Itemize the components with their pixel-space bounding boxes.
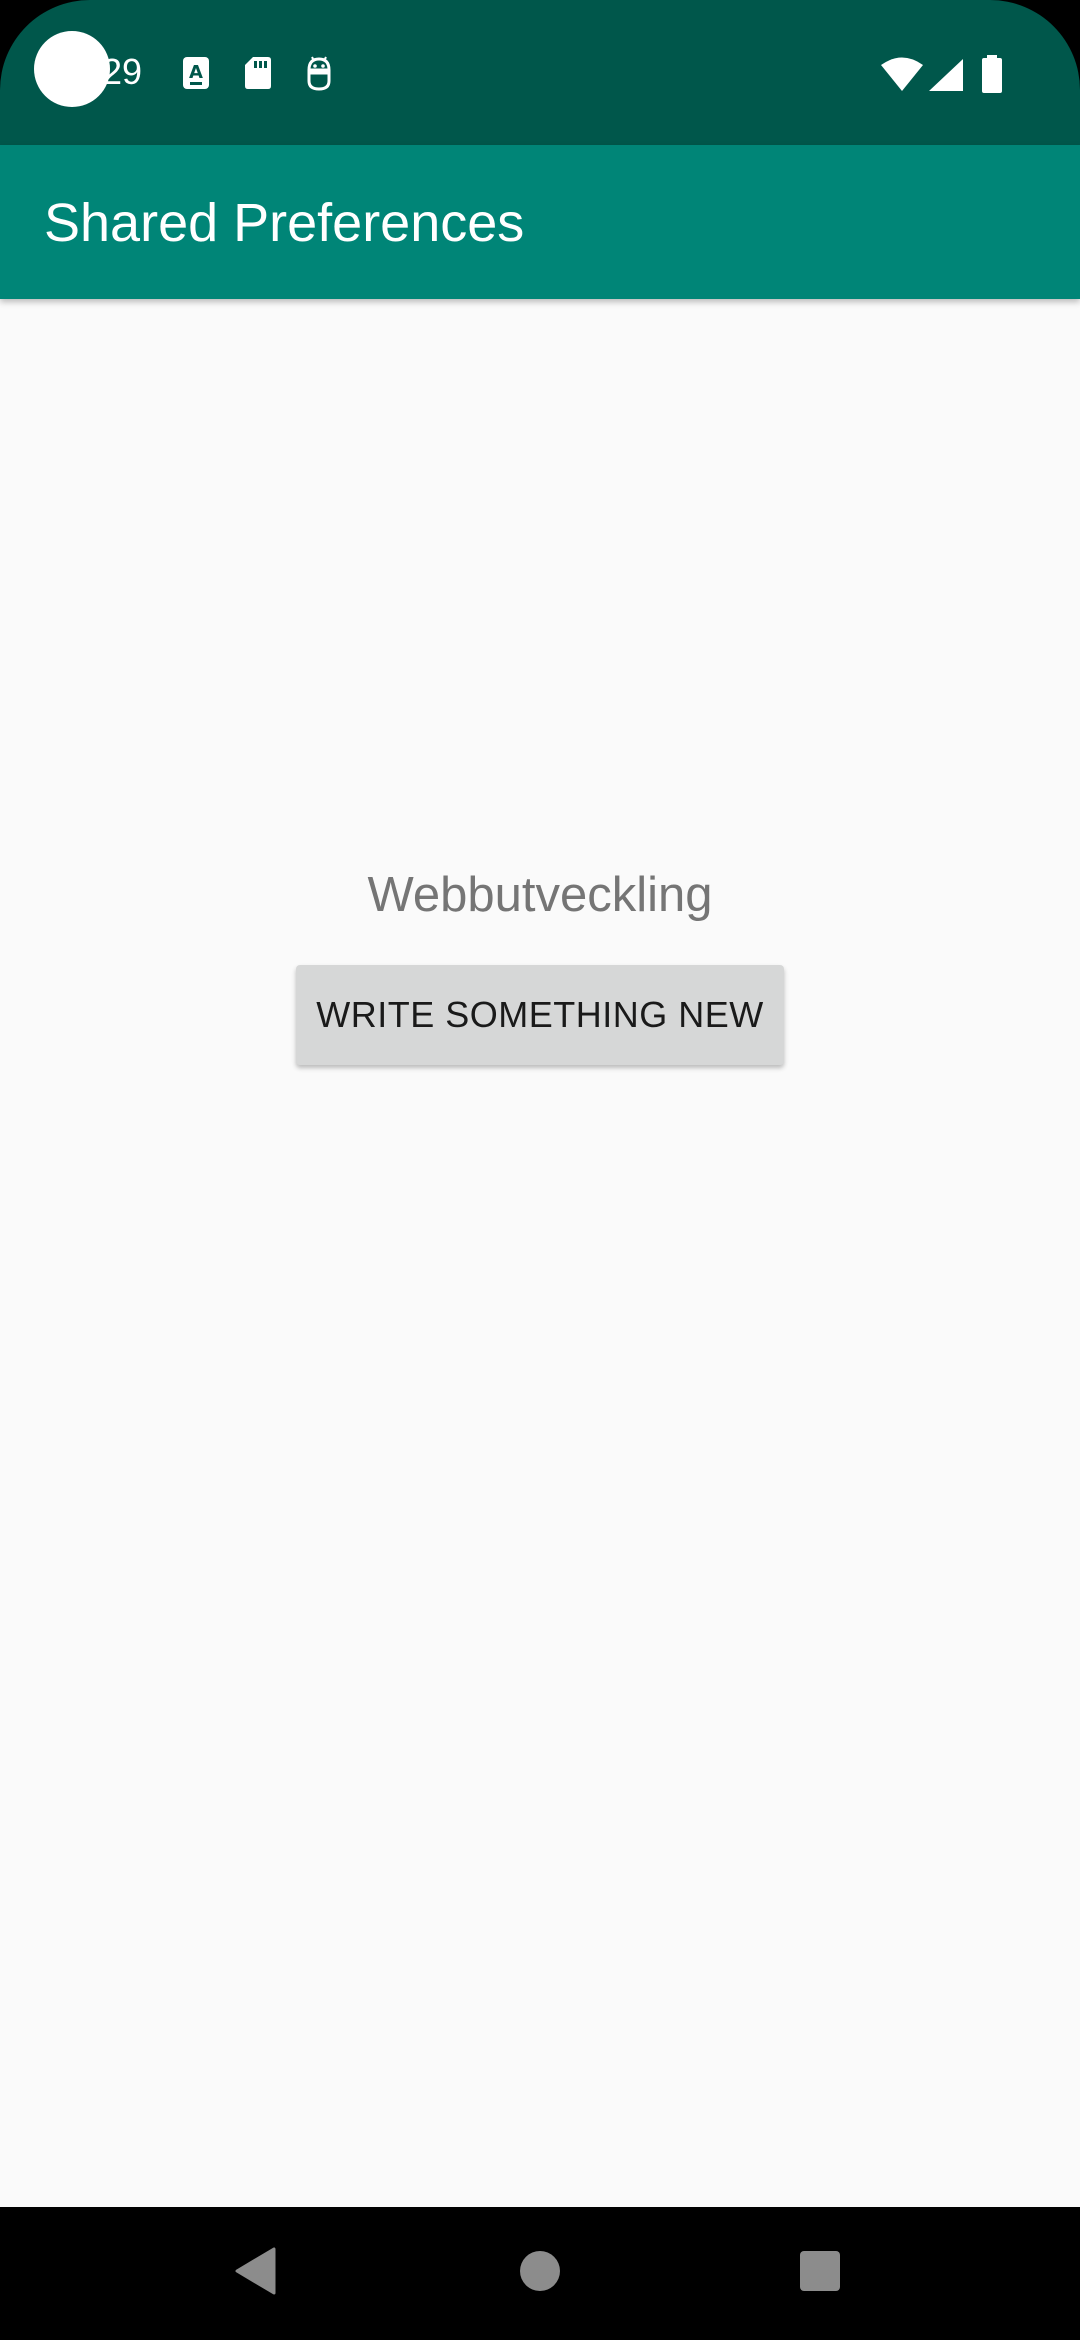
back-icon [234, 2247, 278, 2300]
main-content: Webbutveckling WRITE SOMETHING NEW [0, 299, 1080, 2207]
nav-back-button[interactable] [186, 2207, 326, 2340]
saved-text: Webbutveckling [367, 868, 713, 922]
home-icon [518, 2249, 562, 2298]
camera-cutout [34, 31, 110, 107]
battery-icon [980, 54, 1004, 99]
android-debug-icon [304, 56, 334, 97]
status-bar: 29 A [0, 0, 1080, 145]
recents-icon [798, 2249, 842, 2298]
app-bar: Shared Preferences [0, 145, 1080, 299]
write-something-new-button[interactable]: WRITE SOMETHING NEW [296, 965, 784, 1065]
wifi-icon [880, 56, 924, 97]
navigation-bar [0, 2207, 1080, 2340]
font-a-icon: A [182, 56, 210, 95]
app-title: Shared Preferences [44, 193, 525, 253]
sd-card-icon [244, 56, 272, 95]
phone-screen: 29 A Shared Preferences Webbutveckling W… [0, 0, 1080, 2340]
svg-text:A: A [189, 62, 203, 83]
cell-signal-icon [928, 58, 964, 97]
nav-recents-button[interactable] [750, 2207, 890, 2340]
nav-home-button[interactable] [470, 2207, 610, 2340]
